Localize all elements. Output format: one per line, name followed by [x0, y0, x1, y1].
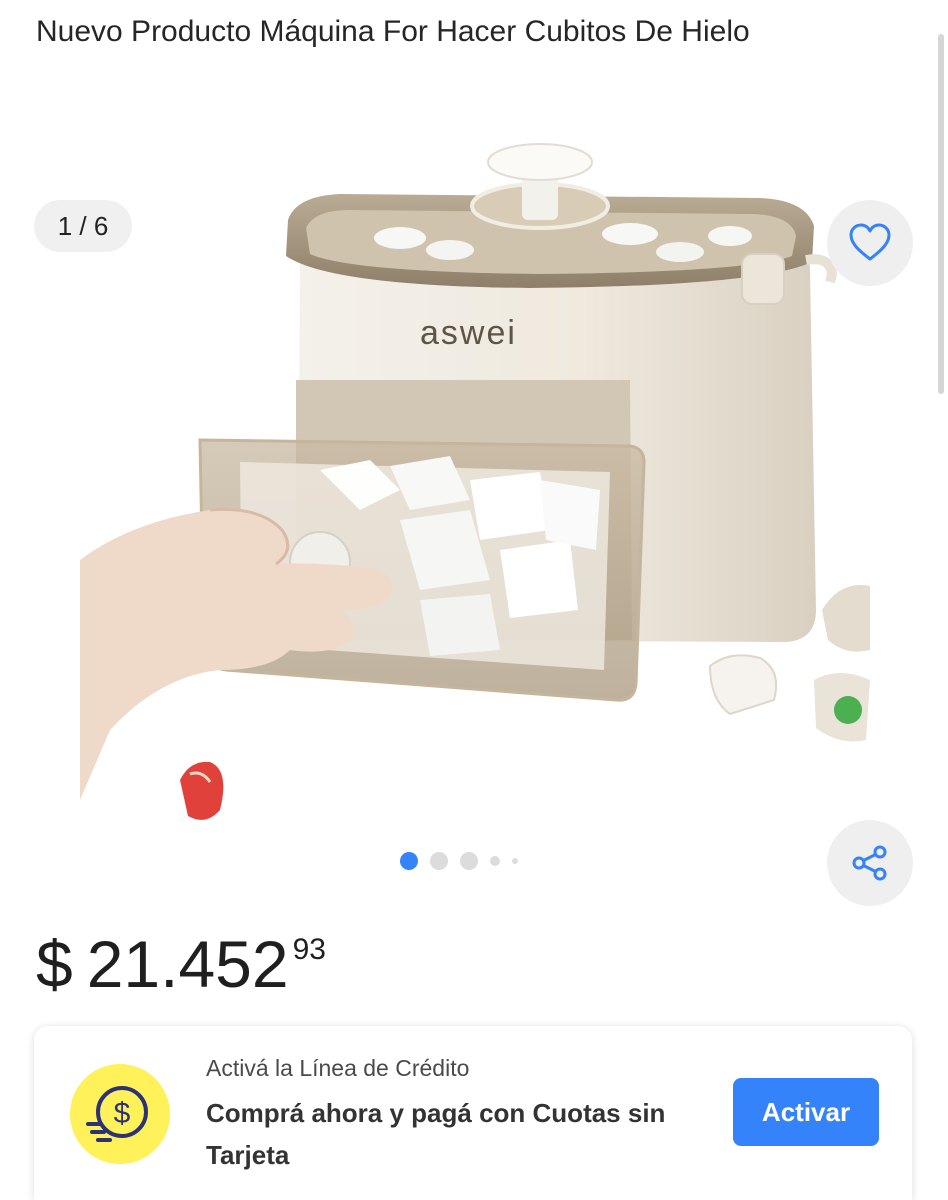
brand-logo-text: aswei	[420, 314, 517, 352]
price-cents: 93	[292, 933, 326, 966]
share-icon	[852, 845, 887, 881]
pagination-dot-5[interactable]	[512, 858, 518, 864]
product-title: Nuevo Producto Máquina For Hacer Cubitos…	[36, 15, 750, 48]
pagination-dot-1[interactable]	[400, 852, 418, 870]
product-gallery[interactable]: aswei 1 / 6	[0, 90, 948, 906]
credit-eyebrow: Activá la Línea de Crédito	[206, 1055, 470, 1081]
price-amount: 21.452	[86, 927, 289, 1001]
svg-text:$: $	[114, 1097, 131, 1130]
pagination-dot-4[interactable]	[490, 856, 500, 866]
favorite-button[interactable]	[827, 200, 913, 286]
activate-credit-button[interactable]: Activar	[733, 1078, 879, 1146]
product-price: $21.452 93	[36, 924, 326, 1004]
heart-outline-icon	[849, 223, 891, 261]
coin-dollar-icon: $	[70, 1064, 170, 1164]
credit-line-banner: $ Activá la Línea de Crédito Comprá ahor…	[34, 1026, 912, 1200]
share-button[interactable]	[827, 820, 913, 906]
price-currency: $	[36, 927, 73, 1001]
gallery-pagination[interactable]	[400, 850, 518, 872]
product-image[interactable]: aswei	[70, 110, 880, 840]
pagination-dot-2[interactable]	[430, 852, 448, 870]
image-counter: 1 / 6	[34, 200, 132, 252]
credit-headline: Comprá ahora y pagá con Cuotas sin Tarje…	[206, 1098, 666, 1170]
pagination-dot-3[interactable]	[460, 852, 478, 870]
